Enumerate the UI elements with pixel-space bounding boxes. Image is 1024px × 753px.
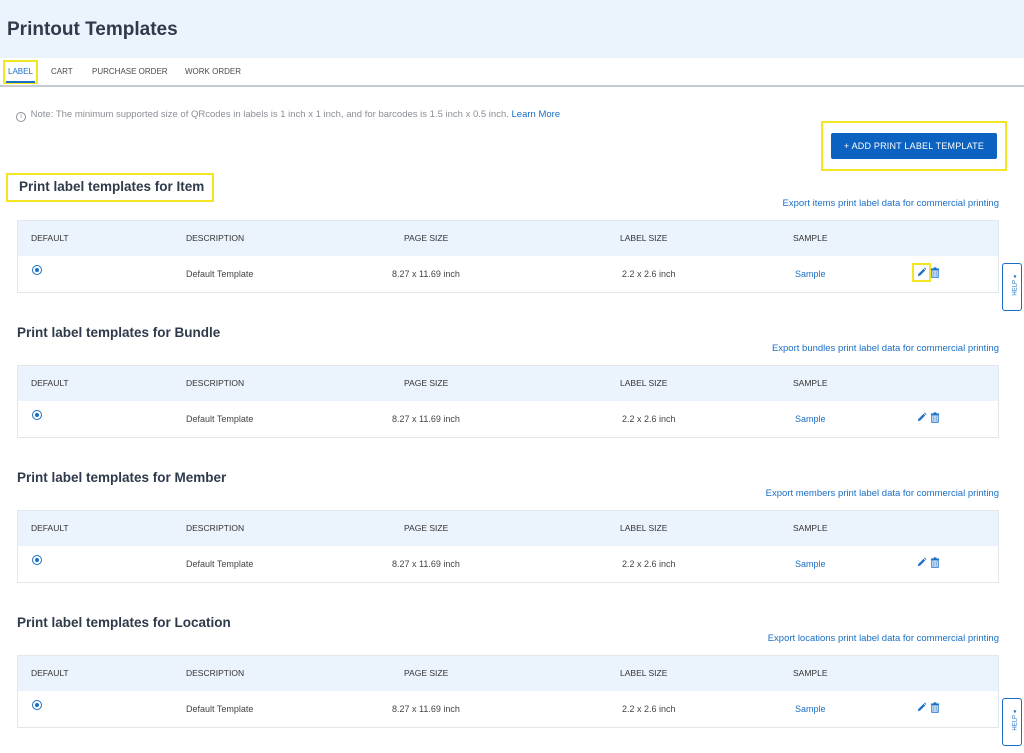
col-page-size: PAGE SIZE (404, 523, 449, 533)
col-description: DESCRIPTION (186, 668, 245, 678)
location-templates-table: DEFAULT DESCRIPTION PAGE SIZE LABEL SIZE… (17, 655, 999, 728)
col-default: DEFAULT (31, 668, 69, 678)
export-locations-link[interactable]: Export locations print label data for co… (768, 633, 999, 644)
item-templates-table: DEFAULT DESCRIPTION PAGE SIZE LABEL SIZE… (17, 220, 999, 293)
col-description: DESCRIPTION (186, 378, 245, 388)
default-radio[interactable] (32, 410, 42, 420)
row-page-size: 8.27 x 11.69 inch (392, 704, 460, 714)
default-radio[interactable] (32, 555, 42, 565)
row-page-size: 8.27 x 11.69 inch (392, 414, 460, 424)
add-button-highlight: + ADD PRINT LABEL TEMPLATE (821, 121, 1007, 171)
row-label-size: 2.2 x 2.6 inch (622, 269, 676, 279)
table-header: DEFAULT DESCRIPTION PAGE SIZE LABEL SIZE… (18, 221, 998, 256)
section-title-bundle: Print label templates for Bundle (17, 325, 221, 340)
tab-purchase-order[interactable]: PURCHASE ORDER (92, 59, 168, 85)
help-tab[interactable]: HELP ◂ (1002, 698, 1022, 746)
edit-pencil-icon[interactable] (912, 263, 931, 282)
edit-pencil-icon[interactable] (916, 557, 927, 568)
row-description: Default Template (186, 559, 254, 569)
tab-work-order[interactable]: WORK ORDER (185, 59, 241, 85)
export-bundles-link[interactable]: Export bundles print label data for comm… (772, 343, 999, 354)
default-radio[interactable] (32, 265, 42, 275)
trash-icon[interactable] (930, 557, 940, 568)
learn-more-link[interactable]: Learn More (512, 109, 561, 120)
row-label-size: 2.2 x 2.6 inch (622, 414, 676, 424)
col-page-size: PAGE SIZE (404, 378, 449, 388)
trash-icon[interactable] (930, 412, 940, 423)
col-default: DEFAULT (31, 378, 69, 388)
row-description: Default Template (186, 269, 254, 279)
table-header: DEFAULT DESCRIPTION PAGE SIZE LABEL SIZE… (18, 656, 998, 691)
member-templates-table: DEFAULT DESCRIPTION PAGE SIZE LABEL SIZE… (17, 510, 999, 583)
col-sample: SAMPLE (793, 668, 828, 678)
help-tab[interactable]: HELP ◂ (1002, 263, 1022, 311)
trash-icon[interactable] (930, 702, 940, 713)
export-members-link[interactable]: Export members print label data for comm… (766, 488, 999, 499)
row-label-size: 2.2 x 2.6 inch (622, 704, 676, 714)
default-radio[interactable] (32, 700, 42, 710)
edit-pencil-icon[interactable] (916, 412, 927, 423)
sample-link[interactable]: Sample (795, 691, 826, 727)
help-label: HELP ◂ (1012, 710, 1019, 731)
col-label-size: LABEL SIZE (620, 523, 668, 533)
row-page-size: 8.27 x 11.69 inch (392, 559, 460, 569)
page-title: Printout Templates (7, 19, 178, 40)
section-title-item: Print label templates for Item (6, 173, 215, 202)
edit-pencil-icon[interactable] (916, 702, 927, 713)
col-label-size: LABEL SIZE (620, 233, 668, 243)
table-header: DEFAULT DESCRIPTION PAGE SIZE LABEL SIZE… (18, 366, 998, 401)
col-label-size: LABEL SIZE (620, 378, 668, 388)
col-description: DESCRIPTION (186, 233, 245, 243)
sample-link[interactable]: Sample (795, 546, 826, 582)
col-page-size: PAGE SIZE (404, 233, 449, 243)
bundle-templates-table: DEFAULT DESCRIPTION PAGE SIZE LABEL SIZE… (17, 365, 999, 438)
section-title-member: Print label templates for Member (17, 470, 227, 485)
col-sample: SAMPLE (793, 233, 828, 243)
help-label: HELP ◂ (1012, 275, 1019, 296)
note: i Note: The minimum supported size of QR… (16, 109, 560, 122)
col-sample: SAMPLE (793, 378, 828, 388)
col-page-size: PAGE SIZE (404, 668, 449, 678)
col-description: DESCRIPTION (186, 523, 245, 533)
section-title-location: Print label templates for Location (17, 615, 231, 630)
col-default: DEFAULT (31, 523, 69, 533)
note-text: Note: The minimum supported size of QRco… (30, 109, 509, 120)
info-icon: i (16, 112, 26, 122)
col-label-size: LABEL SIZE (620, 668, 668, 678)
col-default: DEFAULT (31, 233, 69, 243)
row-page-size: 8.27 x 11.69 inch (392, 269, 460, 279)
sample-link[interactable]: Sample (795, 256, 826, 292)
table-header: DEFAULT DESCRIPTION PAGE SIZE LABEL SIZE… (18, 511, 998, 546)
row-label-size: 2.2 x 2.6 inch (622, 559, 676, 569)
tab-bar: LABEL CART PURCHASE ORDER WORK ORDER (0, 59, 1024, 87)
row-description: Default Template (186, 414, 254, 424)
tab-label[interactable]: LABEL (3, 60, 38, 84)
row-description: Default Template (186, 704, 254, 714)
trash-icon[interactable] (930, 267, 940, 278)
sample-link[interactable]: Sample (795, 401, 826, 437)
export-items-link[interactable]: Export items print label data for commer… (783, 198, 999, 209)
page-header: Printout Templates (0, 0, 1024, 58)
col-sample: SAMPLE (793, 523, 828, 533)
add-print-label-template-button[interactable]: + ADD PRINT LABEL TEMPLATE (831, 133, 997, 159)
tab-cart[interactable]: CART (51, 59, 73, 85)
